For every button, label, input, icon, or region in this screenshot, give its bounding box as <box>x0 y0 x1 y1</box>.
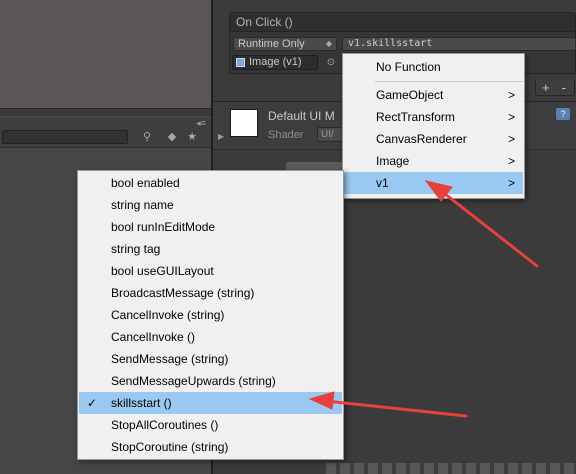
material-title: Default UI M <box>268 109 335 123</box>
menu-item-label: bool runInEditMode <box>111 220 216 234</box>
onclick-event-header: On Click () <box>229 12 576 32</box>
remove-listener-button[interactable]: - <box>562 80 576 95</box>
menu-separator <box>375 81 523 82</box>
chevron-right-icon: > <box>507 110 515 124</box>
menu-item-stopcoroutine[interactable]: StopCoroutine (string) <box>79 436 342 458</box>
menu-item-label: bool useGUILayout <box>111 264 214 278</box>
menu-item-no-function[interactable]: No Function <box>344 56 523 78</box>
image-component-icon <box>236 58 245 67</box>
menu-item-image[interactable]: Image > <box>344 150 523 172</box>
help-icon[interactable]: ? <box>556 108 570 120</box>
menu-item-label: bool enabled <box>111 176 180 190</box>
shader-label: Shader <box>268 129 304 141</box>
menu-item-label: string name <box>111 198 174 212</box>
menu-item-recttransform[interactable]: RectTransform > <box>344 106 523 128</box>
updown-chevron-icon: ◆ <box>325 39 332 48</box>
menu-item-label: StopCoroutine (string) <box>111 440 229 454</box>
menu-item-sendmessage[interactable]: SendMessage (string) <box>79 348 342 370</box>
method-menu: bool enabled string name bool runInEditM… <box>77 170 344 460</box>
menu-item-cancelinvoke-string[interactable]: CancelInvoke (string) <box>79 304 342 326</box>
timeline-strip <box>326 463 576 474</box>
menu-item-label: Image <box>376 154 410 168</box>
runtime-mode-dropdown[interactable]: Runtime Only ◆ <box>233 37 337 51</box>
menu-item-v1[interactable]: v1 > <box>344 172 523 194</box>
menu-item-label: v1 <box>376 176 389 190</box>
menu-item-gameobject[interactable]: GameObject > <box>344 84 523 106</box>
menu-item-label: CanvasRenderer <box>376 132 467 146</box>
menu-item-label: StopAllCoroutines () <box>111 418 219 432</box>
menu-item-string-name[interactable]: string name <box>79 194 342 216</box>
menu-item-label: BroadcastMessage (string) <box>111 286 255 300</box>
menu-item-label: GameObject <box>376 88 444 102</box>
hierarchy-search-input[interactable] <box>2 130 128 144</box>
checkmark-icon: ✓ <box>87 396 98 410</box>
menu-item-label: SendMessageUpwards (string) <box>111 374 276 388</box>
chevron-right-icon: > <box>507 132 515 146</box>
menu-item-bool-runineditmode[interactable]: bool runInEditMode <box>79 216 342 238</box>
chevron-right-icon: > <box>507 88 515 102</box>
chevron-right-icon: > <box>507 154 515 168</box>
function-dropdown[interactable]: v1.skillsstart <box>342 37 576 51</box>
target-icon[interactable]: ⊙ <box>322 55 340 70</box>
material-preview-thumbnail <box>230 109 258 137</box>
chevron-right-icon: > <box>507 176 515 190</box>
menu-item-sendmessageupwards[interactable]: SendMessageUpwards (string) <box>79 370 342 392</box>
scene-view[interactable] <box>0 0 211 108</box>
menu-item-label: No Function <box>376 60 441 74</box>
menu-item-skillsstart[interactable]: ✓ skillsstart () <box>79 392 342 414</box>
menu-item-string-tag[interactable]: string tag <box>79 238 342 260</box>
foldout-triangle-icon[interactable]: ▶ <box>218 132 226 141</box>
add-listener-button[interactable]: + <box>542 80 562 95</box>
list-add-remove-buttons: +- <box>535 80 575 96</box>
menu-item-cancelinvoke[interactable]: CancelInvoke () <box>79 326 342 348</box>
menu-item-bool-enabled[interactable]: bool enabled <box>79 172 342 194</box>
component-menu: No Function GameObject > RectTransform >… <box>342 53 525 199</box>
shader-dropdown[interactable]: UI/ <box>317 127 345 142</box>
menu-item-broadcastmessage[interactable]: BroadcastMessage (string) <box>79 282 342 304</box>
menu-item-bool-useguilayout[interactable]: bool useGUILayout <box>79 260 342 282</box>
menu-item-stopallcoroutines[interactable]: StopAllCoroutines () <box>79 414 342 436</box>
menu-item-label: CancelInvoke (string) <box>111 308 225 322</box>
filter-by-type-icon[interactable]: ⚲ <box>140 130 154 144</box>
filter-by-label-icon[interactable]: ◆ <box>165 130 179 144</box>
panel-menu-icon[interactable]: ◂≡ <box>193 118 209 130</box>
menu-item-label: SendMessage (string) <box>111 352 229 366</box>
menu-item-label: skillsstart () <box>111 396 172 410</box>
menu-item-canvasrenderer[interactable]: CanvasRenderer > <box>344 128 523 150</box>
menu-item-label: string tag <box>111 242 161 256</box>
menu-item-label: RectTransform <box>376 110 455 124</box>
menu-item-label: CancelInvoke () <box>111 330 196 344</box>
scene-view-status-strip <box>0 108 211 116</box>
favorites-star-icon[interactable]: ★ <box>185 130 199 144</box>
runtime-mode-value: Runtime Only <box>238 38 305 50</box>
